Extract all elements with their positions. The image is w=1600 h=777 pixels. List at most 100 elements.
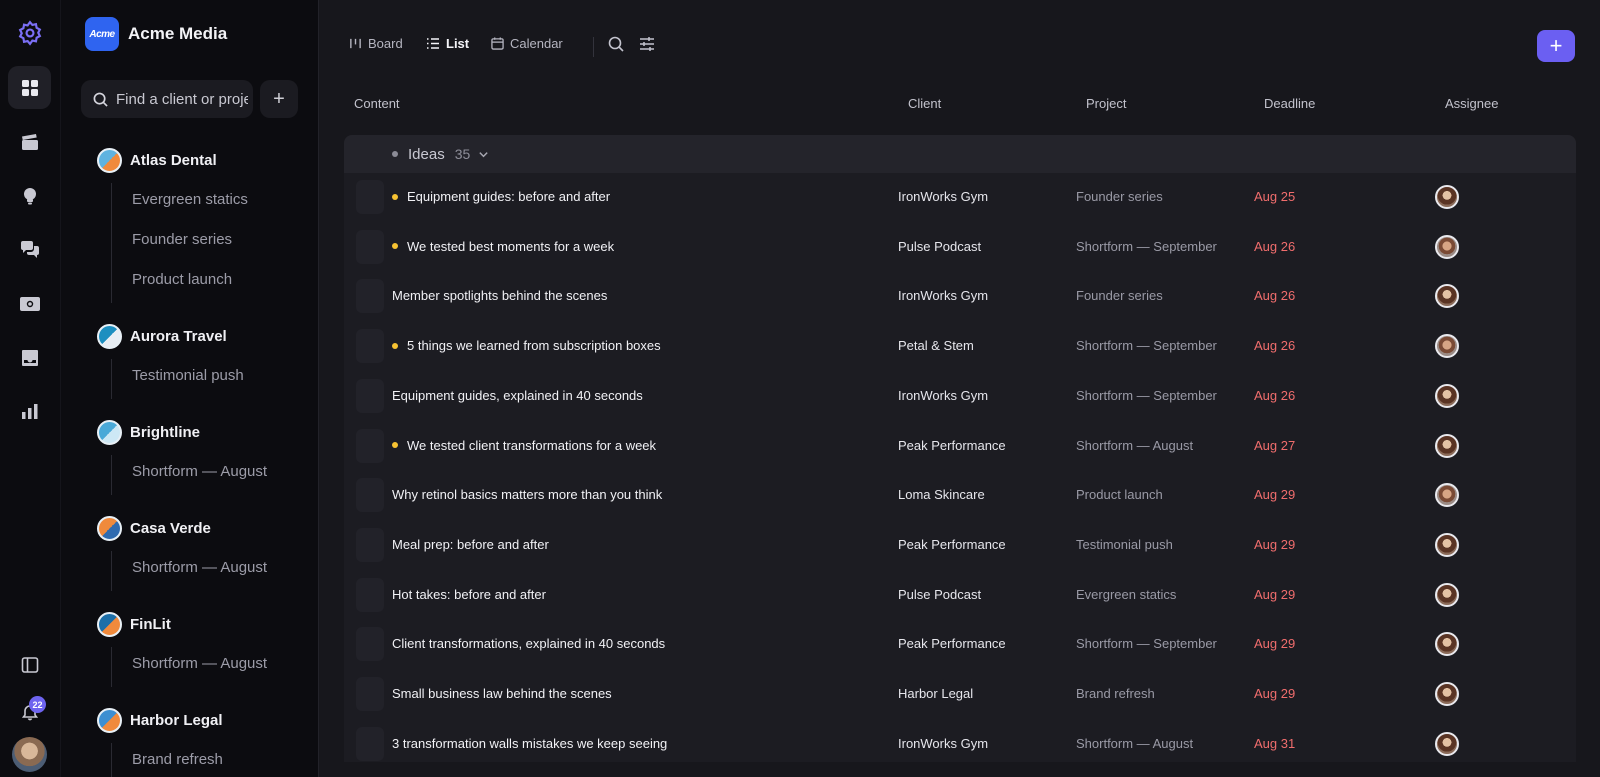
assignee-avatar[interactable] bbox=[1435, 234, 1459, 259]
column-header-client[interactable]: Client bbox=[908, 96, 941, 111]
content-title[interactable]: 5 things we learned from subscription bo… bbox=[392, 338, 661, 353]
content-title[interactable]: Equipment guides: before and after bbox=[392, 189, 610, 204]
table-row[interactable]: Hot takes: before and after Pulse Podcast… bbox=[344, 571, 1576, 621]
view-tab-board[interactable]: Board bbox=[349, 36, 403, 51]
project-item[interactable]: Evergreen statics bbox=[132, 191, 248, 208]
analytics-icon[interactable] bbox=[8, 389, 51, 432]
assignee-avatar[interactable] bbox=[1435, 334, 1459, 359]
project-cell[interactable]: Shortform — September bbox=[1076, 636, 1217, 651]
clapperboard-icon[interactable] bbox=[8, 120, 51, 163]
table-row[interactable]: We tested client transformations for a w… bbox=[344, 422, 1576, 472]
project-cell[interactable]: Shortform — September bbox=[1076, 388, 1217, 403]
project-item[interactable]: Shortform — August bbox=[132, 559, 267, 576]
table-row[interactable]: 5 things we learned from subscription bo… bbox=[344, 322, 1576, 372]
client-cell[interactable]: Peak Performance bbox=[898, 438, 1006, 453]
project-cell[interactable]: Founder series bbox=[1076, 288, 1163, 303]
filter-sliders-icon[interactable] bbox=[639, 36, 655, 57]
view-tab-list[interactable]: List bbox=[426, 36, 469, 51]
deadline-cell[interactable]: Aug 26 bbox=[1254, 239, 1295, 254]
deadline-cell[interactable]: Aug 26 bbox=[1254, 338, 1295, 353]
assignee-avatar[interactable] bbox=[1435, 632, 1459, 657]
content-title[interactable]: 3 transformation walls mistakes we keep … bbox=[392, 736, 667, 751]
deadline-cell[interactable]: Aug 31 bbox=[1254, 736, 1295, 751]
client-cell[interactable]: Loma Skincare bbox=[898, 487, 985, 502]
project-cell[interactable]: Shortform — September bbox=[1076, 338, 1217, 353]
project-item[interactable]: Founder series bbox=[132, 231, 232, 248]
user-avatar[interactable] bbox=[12, 737, 47, 772]
client-cell[interactable]: Peak Performance bbox=[898, 537, 1006, 552]
table-row[interactable]: Member spotlights behind the scenes IronW… bbox=[344, 272, 1576, 322]
project-cell[interactable]: Testimonial push bbox=[1076, 537, 1173, 552]
deadline-cell[interactable]: Aug 29 bbox=[1254, 537, 1295, 552]
lightbulb-icon[interactable] bbox=[8, 174, 51, 217]
client-cell[interactable]: IronWorks Gym bbox=[898, 736, 988, 751]
content-title[interactable]: We tested best moments for a week bbox=[392, 239, 614, 254]
assignee-avatar[interactable] bbox=[1435, 682, 1459, 706]
project-cell[interactable]: Shortform — August bbox=[1076, 736, 1193, 751]
table-row[interactable]: Equipment guides, explained in 40 second… bbox=[344, 372, 1576, 422]
project-cell[interactable]: Shortform — August bbox=[1076, 438, 1193, 453]
sidebar-toggle-icon[interactable] bbox=[8, 643, 51, 686]
assignee-avatar[interactable] bbox=[1435, 185, 1459, 209]
assignee-avatar[interactable] bbox=[1435, 433, 1459, 458]
table-row[interactable]: Equipment guides: before and after IronWo… bbox=[344, 173, 1576, 223]
client-cell[interactable]: IronWorks Gym bbox=[898, 189, 988, 204]
deadline-cell[interactable]: Aug 29 bbox=[1254, 587, 1295, 602]
chat-icon[interactable] bbox=[8, 228, 51, 271]
project-cell[interactable]: Evergreen statics bbox=[1076, 587, 1176, 602]
table-row[interactable]: Meal prep: before and after Peak Performa… bbox=[344, 521, 1576, 571]
group-header-ideas[interactable]: Ideas 35 bbox=[344, 135, 1576, 173]
column-header-project[interactable]: Project bbox=[1086, 96, 1126, 111]
assignee-avatar[interactable] bbox=[1435, 284, 1459, 309]
table-row[interactable]: Why retinol basics matters more than you… bbox=[344, 471, 1576, 521]
content-title[interactable]: Meal prep: before and after bbox=[392, 537, 549, 552]
content-title[interactable]: Member spotlights behind the scenes bbox=[392, 288, 607, 303]
client-cell[interactable]: Harbor Legal bbox=[898, 686, 973, 701]
dashboard-icon[interactable] bbox=[8, 66, 51, 109]
money-icon[interactable] bbox=[8, 282, 51, 325]
client-item[interactable]: Aurora Travel bbox=[97, 324, 227, 349]
add-content-button[interactable]: + bbox=[1537, 30, 1575, 62]
project-item[interactable]: Brand refresh bbox=[132, 751, 223, 768]
project-cell[interactable]: Founder series bbox=[1076, 189, 1163, 204]
client-cell[interactable]: Pulse Podcast bbox=[898, 239, 981, 254]
table-row[interactable]: Client transformations, explained in 40 … bbox=[344, 620, 1576, 670]
table-row[interactable]: 3 transformation walls mistakes we keep … bbox=[344, 720, 1576, 762]
deadline-cell[interactable]: Aug 25 bbox=[1254, 189, 1295, 204]
deadline-cell[interactable]: Aug 29 bbox=[1254, 686, 1295, 701]
project-item[interactable]: Testimonial push bbox=[132, 367, 244, 384]
client-item[interactable]: Casa Verde bbox=[97, 516, 211, 541]
deadline-cell[interactable]: Aug 29 bbox=[1254, 636, 1295, 651]
assignee-avatar[interactable] bbox=[1435, 383, 1459, 408]
client-item[interactable]: FinLit bbox=[97, 612, 171, 637]
content-title[interactable]: Hot takes: before and after bbox=[392, 587, 546, 602]
project-item[interactable]: Shortform — August bbox=[132, 655, 267, 672]
assignee-avatar[interactable] bbox=[1435, 532, 1459, 557]
deadline-cell[interactable]: Aug 26 bbox=[1254, 288, 1295, 303]
deadline-cell[interactable]: Aug 27 bbox=[1254, 438, 1295, 453]
project-item[interactable]: Product launch bbox=[132, 271, 232, 288]
deadline-cell[interactable]: Aug 26 bbox=[1254, 388, 1295, 403]
client-item[interactable]: Atlas Dental bbox=[97, 148, 217, 173]
table-row[interactable]: Small business law behind the scenes Harb… bbox=[344, 670, 1576, 720]
client-cell[interactable]: IronWorks Gym bbox=[898, 288, 988, 303]
column-header-assignee[interactable]: Assignee bbox=[1445, 96, 1498, 111]
table-row[interactable]: We tested best moments for a week Pulse P… bbox=[344, 223, 1576, 273]
client-cell[interactable]: IronWorks Gym bbox=[898, 388, 988, 403]
view-tab-calendar[interactable]: Calendar bbox=[491, 36, 563, 51]
notifications-bell-icon[interactable] bbox=[8, 690, 51, 733]
inbox-icon[interactable] bbox=[8, 336, 51, 379]
project-cell[interactable]: Product launch bbox=[1076, 487, 1163, 502]
client-cell[interactable]: Pulse Podcast bbox=[898, 587, 981, 602]
content-title[interactable]: We tested client transformations for a w… bbox=[392, 438, 656, 453]
assignee-avatar[interactable] bbox=[1435, 731, 1459, 756]
column-header-content[interactable]: Content bbox=[354, 96, 400, 111]
content-title[interactable]: Small business law behind the scenes bbox=[392, 686, 612, 701]
content-title[interactable]: Why retinol basics matters more than you… bbox=[392, 487, 662, 502]
chevron-down-icon[interactable] bbox=[478, 149, 489, 160]
content-title[interactable]: Client transformations, explained in 40 … bbox=[392, 636, 665, 651]
content-title[interactable]: Equipment guides, explained in 40 second… bbox=[392, 388, 643, 403]
project-item[interactable]: Shortform — August bbox=[132, 463, 267, 480]
settings-logo-icon[interactable] bbox=[8, 11, 51, 54]
assignee-avatar[interactable] bbox=[1435, 582, 1459, 607]
